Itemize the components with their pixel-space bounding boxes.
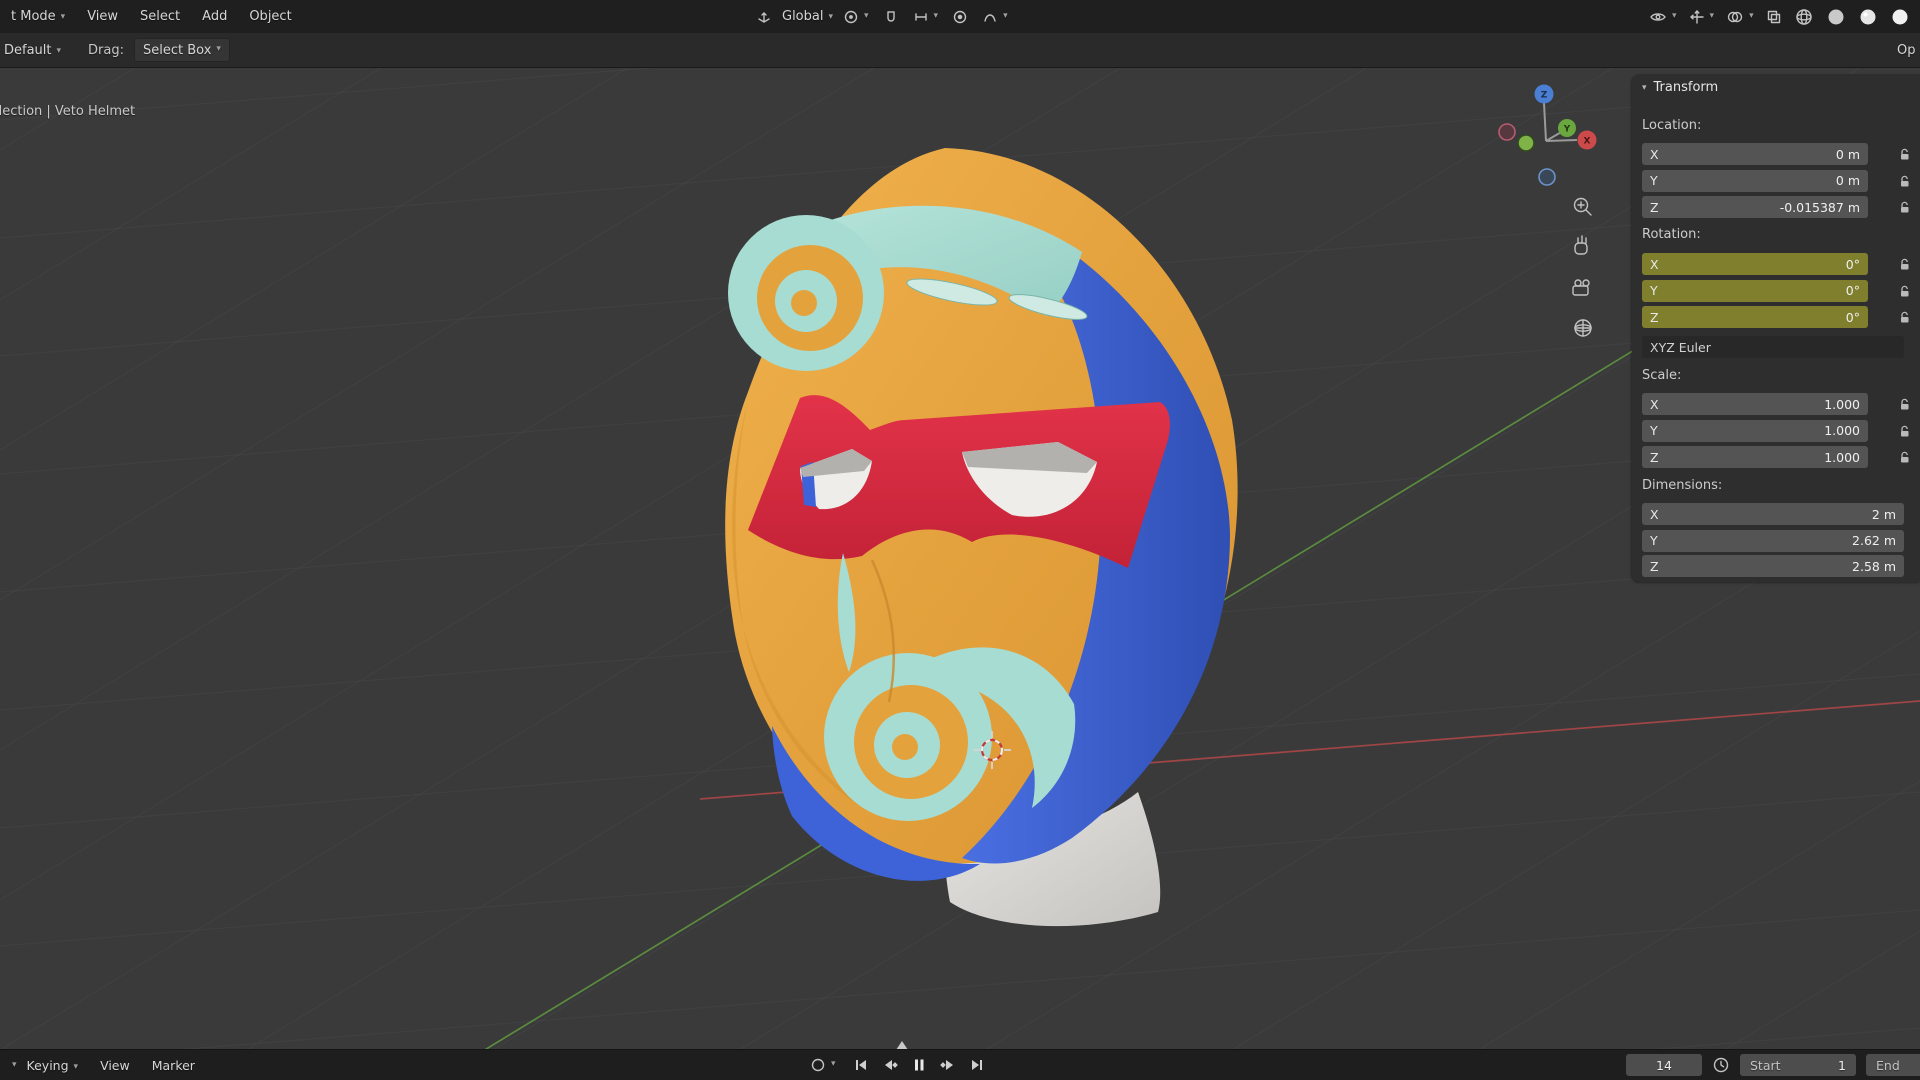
shading-material-icon[interactable] [1854,7,1882,27]
rotation-x-field[interactable]: X0° [1642,253,1868,275]
jump-to-start-button[interactable] [853,1057,869,1073]
timeline-bar: ▾ Keying View Marker 14 Start 1 [0,1049,1920,1080]
jump-to-end-button[interactable] [969,1057,985,1073]
snap-magnet-icon[interactable] [879,9,903,25]
gizmo-axis-y-label: Y [1563,125,1571,135]
lock-icon[interactable] [1898,147,1914,162]
shading-rendered-icon[interactable] [1886,7,1914,27]
lock-icon[interactable] [1898,200,1914,215]
scale-x-field[interactable]: X1.000 [1642,393,1868,415]
pivot-point-dropdown[interactable] [839,9,873,25]
gizmo-axis-x-neg[interactable] [1499,124,1515,140]
lock-icon[interactable] [1898,310,1914,325]
shading-solid-icon[interactable] [1822,7,1850,27]
scale-z-field[interactable]: Z1.000 [1642,446,1868,468]
menu-view[interactable]: View [76,9,129,24]
transform-orientation-icon [756,9,772,25]
proportional-editing-icon[interactable] [948,9,972,25]
auto-keyframe-clock-icon[interactable] [1712,1056,1730,1074]
location-y-field[interactable]: Y0 m [1642,170,1868,192]
menu-select[interactable]: Select [129,9,191,24]
location-z-field[interactable]: Z-0.015387 m [1642,196,1868,218]
scale-y-field[interactable]: Y1.000 [1642,420,1868,442]
lock-icon[interactable] [1898,424,1914,439]
panel-collapse-icon[interactable]: ▾ [1642,83,1647,93]
lock-icon[interactable] [1898,397,1914,412]
playback-sync-dropdown[interactable] [806,1057,840,1073]
gizmo-axis-z-label: Z [1541,91,1548,101]
drag-label: Drag: [88,43,124,58]
location-label: Location: [1642,118,1701,133]
rotation-mode-dropdown[interactable]: XYZ Euler [1642,336,1904,358]
snap-target-dropdown[interactable] [909,9,943,25]
scale-label: Scale: [1642,368,1681,383]
tool-preset-dropdown[interactable]: Default [0,43,72,58]
options-dropdown[interactable]: Op [1897,43,1920,58]
object-visibility-dropdown[interactable] [1645,9,1681,25]
transform-panel-header[interactable]: ▾ Transform [1642,80,1718,95]
chin-swirl-ring4 [892,734,918,760]
falloff-curve-dropdown[interactable] [978,9,1012,25]
dimension-z-field[interactable]: Z2.58 m [1642,555,1904,577]
pause-button[interactable] [911,1057,927,1073]
blender-window: { "header": { "menus": ["t Mode", "View"… [0,0,1920,1080]
keying-dropdown[interactable]: Keying [23,1058,90,1073]
forehead-swirl-ring4 [791,290,817,316]
menu-object-mode[interactable]: t Mode [0,9,76,24]
frame-start-field[interactable]: Start 1 [1740,1054,1856,1076]
rotation-z-field[interactable]: Z0° [1642,306,1868,328]
previous-keyframe-button[interactable] [882,1057,898,1073]
gizmo-axis-y-neg[interactable] [1518,135,1534,151]
lock-icon[interactable] [1898,257,1914,272]
lock-icon[interactable] [1898,174,1914,189]
panel-title: Transform [1654,80,1719,95]
pan-hand-icon[interactable] [1575,236,1587,254]
gizmo-axis-x-label: X [1584,137,1591,147]
menu-object[interactable]: Object [238,9,302,24]
orthographic-grid-icon[interactable] [1575,320,1591,336]
timeline-menu-marker[interactable]: Marker [141,1058,206,1073]
show-gizmos-dropdown[interactable] [1685,9,1719,25]
tool-settings-bar: Default Drag: Select Box Op [0,33,1920,68]
viewport-header-bar: t Mode View Select Add Object Global [0,0,1920,33]
show-overlays-dropdown[interactable] [1722,9,1758,25]
gizmo-axis-z-neg[interactable] [1539,169,1555,185]
viewport-side-tools [1573,199,1591,337]
rotation-y-field[interactable]: Y0° [1642,280,1868,302]
lock-icon[interactable] [1898,450,1914,465]
zoom-icon[interactable] [1575,199,1592,216]
dimensions-label: Dimensions: [1642,478,1722,493]
timeline-menu-view[interactable]: View [89,1058,141,1073]
xray-toggle-icon[interactable] [1762,9,1786,25]
dimension-x-field[interactable]: X2 m [1642,503,1904,525]
frame-end-field[interactable]: End [1866,1054,1920,1076]
editor-type-chevron[interactable]: ▾ [6,1060,23,1070]
shading-wireframe-icon[interactable] [1790,7,1818,27]
helmet-object[interactable] [725,148,1237,926]
breadcrumb: llection | Veto Helmet [0,104,135,119]
grid-line [0,910,1920,1064]
select-box-dropdown[interactable]: Select Box [134,38,230,62]
next-keyframe-button[interactable] [940,1057,956,1073]
lock-icon[interactable] [1898,284,1914,299]
camera-view-icon[interactable] [1573,280,1589,295]
orientation-dropdown[interactable]: Global [782,9,833,24]
current-frame-field[interactable]: 14 [1626,1054,1702,1076]
select-box-label: Select Box [143,43,211,58]
dimension-y-field[interactable]: Y2.62 m [1642,530,1904,552]
location-x-field[interactable]: X0 m [1642,143,1868,165]
transform-panel: ▾ Transform Location: X0 m Y0 m Z-0.0153… [1632,74,1920,582]
menu-add[interactable]: Add [191,9,238,24]
navigation-gizmo[interactable]: Z Y X [1499,85,1597,186]
rotation-label: Rotation: [1642,227,1701,242]
